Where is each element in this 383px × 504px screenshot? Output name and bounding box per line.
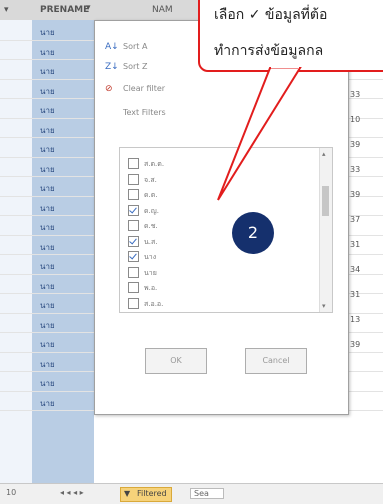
partial-cell: 34	[350, 265, 361, 274]
prename-cell[interactable]: นาย	[40, 85, 55, 98]
filter-option-checkbox[interactable]	[128, 235, 139, 247]
partial-cell: 31	[350, 290, 361, 299]
prename-cell[interactable]: นาย	[40, 26, 55, 39]
filter-values-list: ส.ต.ต. จ.ส. ด.ต. ด.ญ. ด.ช. น.ส. นางนายพ.อ. ส.อ.…	[119, 147, 333, 313]
filter-option-label: ด.ต.	[144, 191, 158, 199]
filter-option-checkbox[interactable]	[128, 189, 139, 200]
step-number-badge: 2	[232, 212, 274, 254]
prename-cell[interactable]: นาย	[40, 202, 55, 215]
prename-cell[interactable]: นาย	[40, 260, 55, 273]
record-selector-column[interactable]	[0, 20, 33, 483]
scroll-up-icon[interactable]: ▴	[322, 150, 326, 158]
prename-cell[interactable]: นาย	[40, 397, 55, 410]
clear-filter-icon: ⊘	[105, 84, 113, 94]
record-navigation-bar: 10 ◂ ◂ ◂ ▸ ▼ Filtered Sea	[0, 483, 383, 504]
filtered-icon: ▼	[124, 489, 131, 498]
prename-cell[interactable]: นาย	[40, 46, 55, 59]
filter-option-label: ส.ต.ต.	[144, 160, 165, 168]
prename-cell[interactable]: นาย	[40, 280, 55, 293]
prename-cell[interactable]: นาย	[40, 163, 55, 176]
instruction-callout: เลือก ✓ ข้อมูลที่ต้อ ทำการส่งข้อมูลกล	[198, 0, 383, 72]
cancel-button[interactable]: Cancel	[245, 348, 307, 374]
prename-cell[interactable]: นาย	[40, 104, 55, 117]
filter-option-label: พ.อ.	[144, 284, 158, 292]
filter-option-checkbox[interactable]	[128, 220, 139, 231]
filter-option-checkbox[interactable]	[128, 266, 139, 278]
filter-option-label: นาย	[144, 268, 157, 277]
partial-cell: 39	[350, 190, 361, 199]
filter-list-scrollbar[interactable]: ▴ ▾	[319, 148, 332, 312]
filter-option-label: ด.ช.	[144, 222, 158, 230]
prename-cell[interactable]: นาย	[40, 65, 55, 78]
scroll-thumb[interactable]	[322, 186, 329, 216]
filter-dropdown-panel: A↓ Sort A Z↓ Sort Z ⊘ Clear filter Text …	[94, 20, 349, 415]
column-header-name[interactable]: NAM	[152, 5, 173, 15]
filter-option-checkbox[interactable]	[128, 297, 139, 309]
filter-dropdown-icon[interactable]: ▾	[86, 3, 91, 13]
ok-button[interactable]: OK	[145, 348, 207, 374]
partial-cell: 31	[350, 240, 361, 249]
search-box[interactable]: Sea	[190, 488, 224, 499]
filter-option-label: ส.อ.อ.	[144, 299, 164, 308]
filter-option-checkbox[interactable]	[128, 158, 139, 169]
column-header-prename[interactable]: PRENAME	[40, 5, 89, 15]
partial-cell: 33	[350, 90, 361, 99]
partial-cell: 13	[350, 315, 361, 324]
scroll-down-icon[interactable]: ▾	[322, 302, 326, 310]
prename-cell[interactable]: นาย	[40, 358, 55, 371]
prename-cell[interactable]: นาย	[40, 182, 55, 195]
prename-cell[interactable]: นาย	[40, 338, 55, 351]
prename-cell[interactable]: นาย	[40, 143, 55, 156]
filter-option-checkbox[interactable]	[128, 282, 139, 293]
filter-option-label: น.ส.	[144, 237, 158, 246]
filter-option-checkbox[interactable]	[128, 251, 139, 262]
partial-cell: 37	[350, 215, 361, 224]
record-number: 10	[6, 488, 17, 497]
sort-ascending-icon: A↓	[105, 42, 119, 52]
prename-cell[interactable]: นาย	[40, 221, 55, 234]
callout-line-1: เลือก ✓ ข้อมูลที่ต้อ	[214, 7, 328, 23]
filter-option-label: นาง	[144, 253, 157, 261]
prename-cell[interactable]: นาย	[40, 299, 55, 312]
partial-cell: 39	[350, 140, 361, 149]
prename-cell[interactable]: นาย	[40, 377, 55, 390]
filter-option-label: ด.ญ.	[144, 206, 159, 215]
partial-cell: 10	[350, 115, 361, 124]
filter-option-checkbox[interactable]	[128, 173, 139, 185]
clear-filter-item[interactable]: ⊘ Clear filter	[95, 81, 245, 99]
filter-option-label: จ.ส.	[144, 175, 157, 184]
prename-cell[interactable]: นาย	[40, 124, 55, 137]
record-nav-buttons[interactable]: ◂ ◂ ◂ ▸	[60, 488, 84, 497]
partial-cell: 33	[350, 165, 361, 174]
filter-option-checkbox[interactable]	[128, 204, 139, 216]
callout-line-2: ทำการส่งข้อมูลกล	[214, 43, 324, 59]
text-filters-item[interactable]: Text Filters	[95, 105, 245, 123]
header-arrow: ▾	[4, 5, 9, 15]
filtered-indicator[interactable]: ▼ Filtered	[120, 487, 172, 502]
sort-descending-icon: Z↓	[105, 62, 119, 72]
prename-cell[interactable]: นาย	[40, 241, 55, 254]
partial-cell: 39	[350, 340, 361, 349]
prename-cell[interactable]: นาย	[40, 319, 55, 332]
